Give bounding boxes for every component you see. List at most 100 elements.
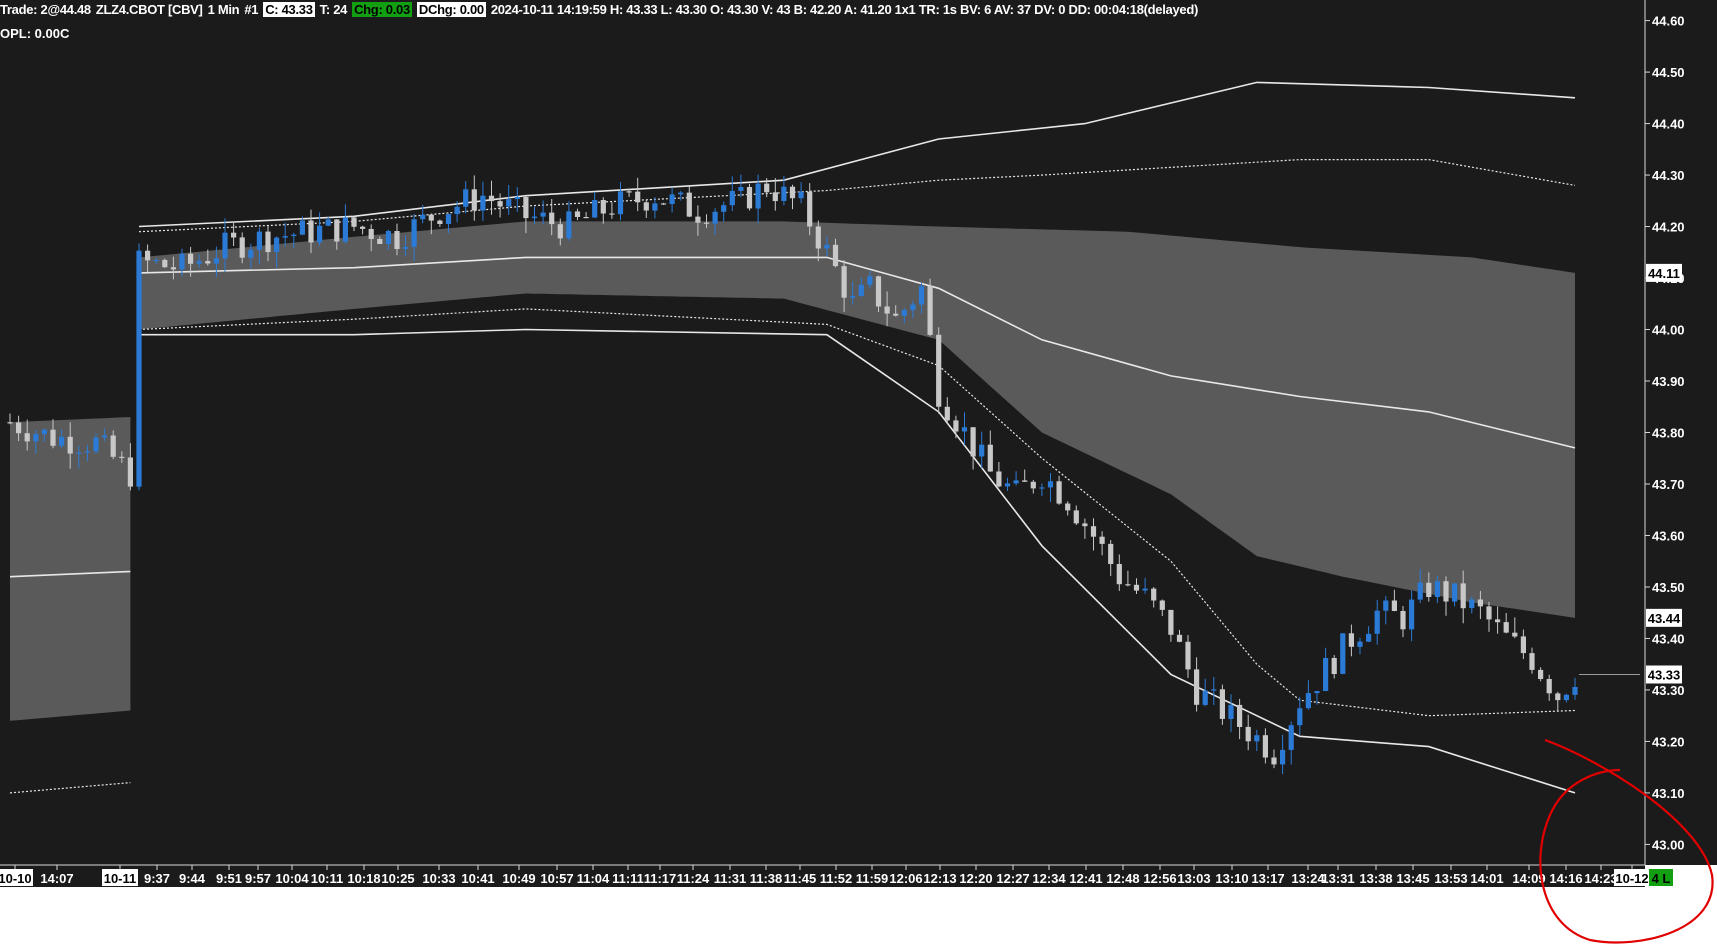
candle-body — [592, 200, 598, 218]
candle-body — [16, 422, 22, 434]
candle-body — [222, 232, 228, 259]
candle-body — [497, 201, 503, 207]
x-tick-label: 10:18 — [347, 871, 380, 886]
candle-body — [153, 259, 159, 262]
candle-body — [24, 433, 30, 442]
candle-body — [1495, 619, 1501, 623]
header-bar: Trade: 2@44.48 ZLZ4.CBOT [CBV] 1 Min #1 … — [0, 0, 1203, 18]
candle-body — [1116, 564, 1122, 585]
candle-body — [1168, 609, 1174, 635]
x-tick-label: 11:59 — [856, 871, 889, 886]
candle-body — [1280, 749, 1286, 765]
candle-body — [918, 286, 925, 305]
candle-body — [1159, 600, 1165, 610]
x-tick-label: 12:41 — [1069, 871, 1102, 886]
x-tick-label: 10-11 — [104, 871, 137, 886]
candle-body — [1417, 582, 1423, 600]
candle-body — [617, 191, 624, 215]
candle-body — [196, 261, 202, 264]
x-tick-label: 11:24 — [677, 871, 710, 886]
candle-body — [231, 232, 237, 238]
candle-body — [471, 189, 477, 211]
x-tick-label: 9:51 — [216, 871, 242, 886]
candle-body — [531, 216, 538, 219]
candle-body — [910, 304, 916, 310]
x-tick-label: 9:44 — [179, 871, 206, 886]
candle-body — [1452, 583, 1458, 602]
candle-body — [360, 226, 366, 229]
candle-body — [1323, 658, 1329, 691]
candle-body — [1237, 704, 1243, 727]
y-tick-label: 44.40 — [1652, 117, 1685, 132]
candle-body — [480, 195, 486, 211]
y-tick-label: 43.80 — [1652, 426, 1685, 441]
candle-body — [712, 211, 718, 224]
candle-body — [205, 261, 211, 264]
chart-number: #1 — [244, 1, 259, 17]
candle-body — [832, 244, 839, 267]
candle-body — [626, 191, 632, 193]
candle-body — [50, 429, 56, 446]
candle-body — [325, 219, 331, 226]
candle-body — [1546, 679, 1552, 694]
price-chart[interactable]: 43.00 43.10 43.20 43.30 43.40 43.50 43.60 43.70… — [0, 0, 1717, 945]
candle-body — [463, 189, 469, 207]
candle-body — [213, 258, 219, 264]
x-tick-label: 11:31 — [714, 871, 747, 886]
price-badge-43-33: 43.33 — [1648, 667, 1681, 682]
x-tick-label: 12:20 — [959, 871, 992, 886]
candle-body — [635, 191, 641, 203]
candle-body — [1176, 634, 1183, 642]
candle-body — [1460, 583, 1466, 609]
y-tick-label: 43.30 — [1652, 683, 1685, 698]
candle-body — [1563, 694, 1569, 701]
candle-body — [334, 219, 340, 242]
candle-body — [102, 435, 108, 438]
candle-body — [574, 211, 581, 217]
candle-body — [1039, 487, 1045, 489]
candle-body — [858, 284, 864, 296]
candle-body — [893, 313, 899, 316]
candle-body — [1314, 691, 1320, 694]
y-tick-label: 43.60 — [1652, 528, 1685, 543]
candle-body — [1288, 725, 1294, 750]
candle-body — [996, 471, 1002, 487]
candle-body — [781, 186, 787, 201]
candle-body — [1202, 690, 1208, 705]
candle-body — [1013, 480, 1019, 484]
candle-body — [1348, 633, 1354, 647]
candle-body — [1228, 704, 1234, 719]
candle-body — [970, 427, 976, 457]
candle-body — [660, 203, 667, 205]
candle-body — [746, 187, 753, 209]
y-tick-label: 44.50 — [1652, 65, 1685, 80]
candle-body — [368, 229, 374, 239]
ticks-text: T: 24 — [319, 1, 348, 17]
candle-body — [454, 206, 460, 215]
candle-body — [119, 456, 125, 458]
candle-body — [342, 217, 348, 242]
candle-body — [7, 422, 13, 424]
opl-text: OPL: 0.00C — [0, 26, 70, 41]
candle-body — [1151, 588, 1157, 601]
candle-body — [841, 266, 847, 298]
candle-body — [1503, 622, 1509, 633]
x-tick-label: 12:56 — [1143, 871, 1176, 886]
candle-body — [901, 310, 907, 316]
x-tick-label: 14:16 — [1549, 871, 1582, 886]
y-tick-label: 44.60 — [1652, 14, 1685, 29]
candle-body — [1331, 658, 1337, 674]
x-tick-label: 10:33 — [422, 871, 455, 886]
x-tick-label: 10:49 — [502, 871, 535, 886]
candle-body — [1443, 581, 1449, 602]
candle-body — [695, 216, 701, 223]
candle-body — [1108, 543, 1114, 564]
candle-body — [815, 226, 821, 249]
candle-body — [927, 286, 933, 335]
candle-body — [600, 200, 606, 214]
candle-body — [428, 214, 434, 221]
candle-body — [1366, 633, 1372, 642]
candle-body — [291, 234, 297, 237]
candle-body — [84, 451, 90, 453]
x-tick-label: 9:57 — [245, 871, 271, 886]
